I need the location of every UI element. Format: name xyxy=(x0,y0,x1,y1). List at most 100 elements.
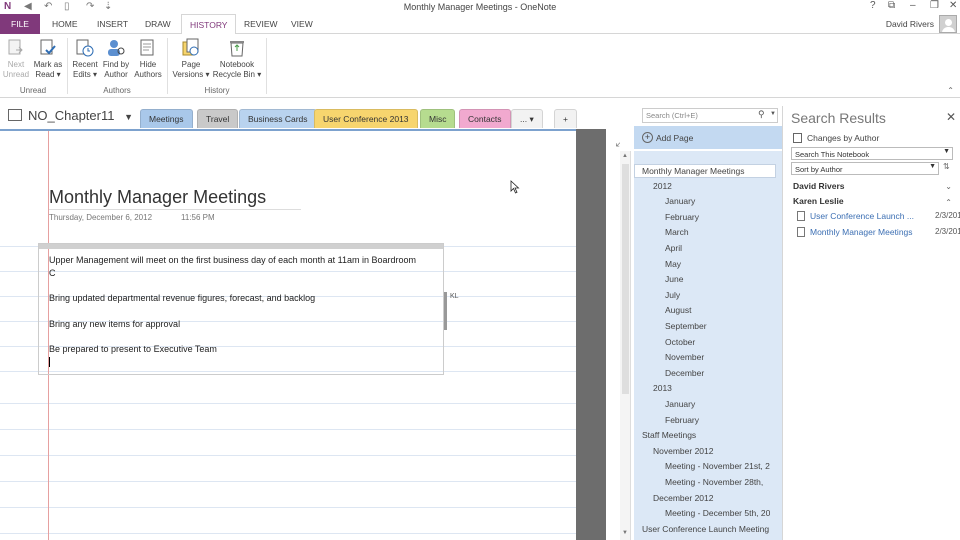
search-icon[interactable]: ⚲ xyxy=(758,109,765,120)
page-list-item[interactable]: December 2012 xyxy=(653,493,780,503)
page-icon xyxy=(797,211,805,221)
search-result[interactable]: Monthly Manager Meetings xyxy=(797,227,913,237)
search-result[interactable]: User Conference Launch ... xyxy=(797,211,914,221)
page-list-item[interactable]: February xyxy=(665,415,780,425)
add-section-button[interactable]: + xyxy=(554,109,577,128)
ribbon: Next Unread Mark as Read ▾ Recent Edits … xyxy=(0,34,960,98)
tab-view[interactable]: VIEW xyxy=(291,17,313,31)
page-list-item[interactable]: May xyxy=(665,259,780,269)
search-scope-chevron-icon[interactable]: ▼ xyxy=(770,111,776,117)
find-by-author-icon xyxy=(106,38,126,58)
ribbon-tabs: FILE HOME INSERT DRAW HISTORY REVIEW VIE… xyxy=(0,14,960,35)
page-list-item[interactable]: January xyxy=(665,399,780,409)
expand-chevron-icon[interactable]: ⌄ xyxy=(945,182,952,191)
scroll-up-icon[interactable]: ▲ xyxy=(622,153,628,159)
page-list-item[interactable]: November 2012 xyxy=(653,446,780,456)
notebook-recycle-bin-button[interactable]: Notebook Recycle Bin ▾ xyxy=(212,38,262,80)
minimize-button[interactable]: – xyxy=(910,0,916,11)
title-underline xyxy=(49,209,301,210)
search-results-pane: Search Results ✕ Changes by Author Searc… xyxy=(782,106,960,540)
scroll-thumb[interactable] xyxy=(622,164,629,394)
sort-direction-icon[interactable]: ⇅ xyxy=(943,162,950,171)
page-list-item[interactable]: User Conference Launch Meeting xyxy=(642,524,780,534)
page-icon xyxy=(793,133,802,143)
tab-review[interactable]: REVIEW xyxy=(244,17,278,31)
chevron-down-icon: ▼ xyxy=(929,163,936,170)
page-list-scrollbar[interactable]: ▲ ▼ xyxy=(620,151,631,540)
hide-authors-icon xyxy=(138,38,158,58)
full-page-button[interactable]: ⧉ xyxy=(888,0,895,11)
user-name[interactable]: David Rivers xyxy=(886,19,934,29)
page-list-item[interactable]: September xyxy=(665,321,780,331)
page-list-item[interactable]: Meeting - December 5th, 20 xyxy=(665,508,780,518)
hide-authors-button[interactable]: Hide Authors xyxy=(132,38,164,80)
section-tab-contacts[interactable]: Contacts xyxy=(459,109,511,128)
tab-home[interactable]: HOME xyxy=(52,17,78,31)
author-group-karen[interactable]: Karen Leslie xyxy=(793,196,844,206)
window-title: Monthly Manager Meetings - OneNote xyxy=(403,2,557,12)
tab-insert[interactable]: INSERT xyxy=(97,17,128,31)
section-tab-travel[interactable]: Travel xyxy=(197,109,239,128)
search-results-subtitle: Changes by Author xyxy=(793,133,879,143)
search-results-title: Search Results xyxy=(791,110,886,126)
page-list-item[interactable]: July xyxy=(665,290,780,300)
page-list-item[interactable]: 2013 xyxy=(653,383,780,393)
tab-history[interactable]: HISTORY xyxy=(181,14,237,35)
chevron-down-icon: ▼ xyxy=(943,148,950,155)
page-list-item[interactable]: November xyxy=(665,352,780,362)
help-button[interactable]: ? xyxy=(870,0,876,11)
notebook-icon xyxy=(8,109,22,121)
tab-file[interactable]: FILE xyxy=(0,14,40,34)
add-page-button[interactable]: + Add Page xyxy=(634,126,782,149)
scroll-down-icon[interactable]: ▼ xyxy=(622,530,628,536)
paragraph[interactable]: Bring updated departmental revenue figur… xyxy=(49,292,419,305)
page-list-item[interactable]: December xyxy=(665,368,780,378)
sort-select[interactable]: Sort by Author ▼ xyxy=(791,162,939,175)
page-versions-button[interactable]: Page Versions ▾ xyxy=(172,38,210,80)
note-container-handle[interactable] xyxy=(39,244,443,249)
tab-draw[interactable]: DRAW xyxy=(145,17,171,31)
author-group-david[interactable]: David Rivers xyxy=(793,181,845,191)
page-list-item[interactable]: 2012 xyxy=(653,181,780,191)
page-date[interactable]: Thursday, December 6, 2012 xyxy=(49,213,152,222)
page-list-item[interactable]: January xyxy=(665,196,780,206)
close-button[interactable]: ✕ xyxy=(949,0,957,11)
page-list-item[interactable]: October xyxy=(665,337,780,347)
collapse-ribbon-icon[interactable]: ⌃ xyxy=(947,86,954,95)
search-scope-select[interactable]: Search This Notebook ▼ xyxy=(791,147,953,160)
notebook-dropdown[interactable]: NO_Chapter11 ▼ xyxy=(8,108,133,123)
paragraph[interactable]: Be prepared to present to Executive Team xyxy=(49,343,419,356)
page-list-item[interactable]: June xyxy=(665,274,780,284)
page-list-item[interactable]: Meeting - November 21st, 2 xyxy=(665,461,780,471)
more-sections-button[interactable]: ... ▾ xyxy=(511,109,543,128)
page-list-item[interactable]: February xyxy=(665,212,780,222)
avatar[interactable] xyxy=(939,15,957,33)
find-by-author-button[interactable]: Find by Author xyxy=(100,38,132,80)
page-divider xyxy=(576,129,606,540)
paragraph[interactable]: Upper Management will meet on the first … xyxy=(49,254,419,280)
section-tab-business-cards[interactable]: Business Cards xyxy=(239,109,317,128)
restore-button[interactable]: ❐ xyxy=(930,0,939,11)
recent-edits-button[interactable]: Recent Edits ▾ xyxy=(70,38,100,80)
page-list-item[interactable]: April xyxy=(665,243,780,253)
page-list-item[interactable]: March xyxy=(665,227,780,237)
note-container[interactable]: Upper Management will meet on the first … xyxy=(38,243,447,375)
section-tab-meetings[interactable]: Meetings xyxy=(140,109,193,128)
page-list-item[interactable]: Staff Meetings xyxy=(642,430,780,440)
group-authors-label: Authors xyxy=(103,86,131,95)
collapse-chevron-icon[interactable]: ⌃ xyxy=(945,198,952,207)
page-list-item[interactable]: Meeting - November 28th, xyxy=(665,477,780,487)
page-canvas[interactable]: Monthly Manager Meetings Thursday, Decem… xyxy=(0,129,576,540)
page-title[interactable]: Monthly Manager Meetings xyxy=(49,187,266,208)
mark-as-read-button[interactable]: Mark as Read ▾ xyxy=(32,38,64,80)
page-list-item[interactable]: Monthly Manager Meetings xyxy=(634,164,776,178)
page-time[interactable]: 11:56 PM xyxy=(181,213,215,222)
section-tab-user-conference[interactable]: User Conference 2013 xyxy=(314,109,418,128)
close-icon[interactable]: ✕ xyxy=(946,110,956,124)
next-unread-button[interactable]: Next Unread xyxy=(2,38,30,80)
text-caret xyxy=(49,357,50,367)
page-list-item[interactable]: August xyxy=(665,305,780,315)
paragraph[interactable]: Bring any new items for approval xyxy=(49,318,419,331)
next-unread-icon xyxy=(6,38,26,58)
section-tab-misc[interactable]: Misc xyxy=(420,109,456,128)
